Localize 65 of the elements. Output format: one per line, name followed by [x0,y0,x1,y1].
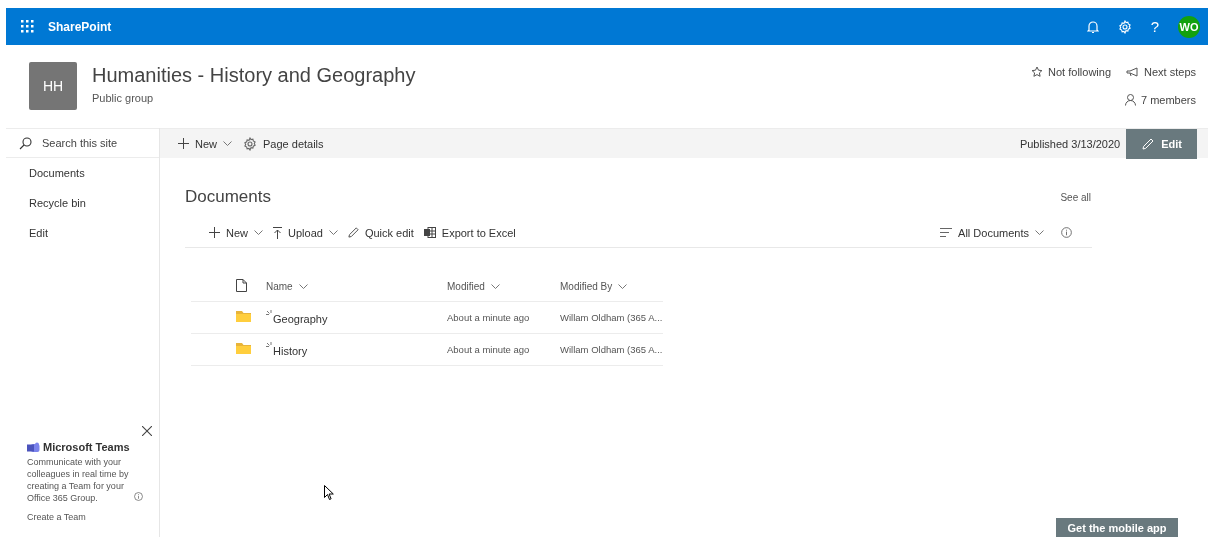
view-selector[interactable]: All Documents [940,226,1044,239]
column-header[interactable]: Modified [447,280,500,292]
chevron-down-icon [254,230,263,235]
new-menu-button[interactable]: New [178,137,232,150]
document-icon [236,278,247,292]
folder-name-link[interactable]: Geography [273,313,328,325]
quick-edit-button[interactable]: Quick edit [347,226,414,239]
mobile-app-button[interactable]: Get the mobile app [1056,518,1178,537]
app-launcher-icon[interactable] [21,20,34,33]
star-icon [1031,66,1044,78]
pencil-icon [1142,137,1155,150]
plus-icon [209,227,220,238]
nav-link[interactable]: Edit [29,227,48,239]
column-header[interactable]: Name [266,280,308,292]
close-icon[interactable] [142,426,152,436]
nav-link[interactable]: Documents [29,167,85,179]
modified-cell: About a minute ago [447,312,530,323]
members-link[interactable]: 7 members [1140,94,1196,106]
see-all-link[interactable]: See all [1060,191,1091,203]
chevron-down-icon [1035,230,1044,235]
card-title: Microsoft Teams [43,441,130,453]
chevron-down-icon [223,141,232,146]
new-menu-button[interactable]: New [209,226,263,239]
next-steps-link[interactable]: Next steps [1144,66,1196,78]
pencil-icon [347,227,359,238]
chevron-down-icon [298,283,308,289]
chevron-down-icon [490,283,500,289]
card-description: Communicate with your colleagues in real time by creating a Team for your Office 365 Group. [27,456,130,504]
page-details-button[interactable]: Page details [243,136,324,151]
settings-icon [243,136,257,151]
chevron-down-icon [618,283,628,289]
nav-link[interactable]: Recycle bin [29,197,86,209]
spreadsheet-icon [423,227,436,238]
settings-icon[interactable] [1117,19,1132,34]
modified-by-cell: Willam Oldham (365 A... [560,344,663,355]
modified-by-cell: Willam Oldham (365 A... [560,312,663,323]
edit-button[interactable]: Edit [1126,128,1197,159]
site-logo: HH [29,62,77,110]
section-title: Documents [185,187,271,207]
help-icon[interactable]: ? [1150,18,1159,35]
folder-name-link[interactable]: History [273,345,308,357]
create-team-link[interactable]: Create a Team [27,512,86,522]
export-button[interactable]: Export to Excel [423,226,516,239]
info-icon[interactable] [1061,227,1072,238]
folder-icon [236,343,251,354]
info-icon[interactable] [133,492,143,501]
search-icon [19,136,32,150]
published-date: Published 3/13/2020 [1019,137,1121,150]
person-icon [1124,94,1136,106]
app-name[interactable]: SharePoint [48,19,1087,34]
site-title[interactable]: Humanities - History and Geography [92,64,1032,87]
teams-icon [27,441,40,453]
group-type: Public group [92,92,155,104]
folder-icon [236,311,251,322]
chevron-down-icon [328,230,338,235]
plus-icon [178,138,189,149]
modified-cell: About a minute ago [447,344,530,355]
column-header[interactable]: Modified By [560,280,628,292]
bell-icon[interactable] [1086,19,1099,34]
upload-button[interactable]: Upload [273,226,338,239]
follow-link[interactable]: Not following [1048,66,1112,78]
upload-icon [273,226,282,239]
megaphone-icon [1126,67,1140,77]
mouse-cursor-icon [324,485,334,500]
view-lines-icon [940,228,953,237]
